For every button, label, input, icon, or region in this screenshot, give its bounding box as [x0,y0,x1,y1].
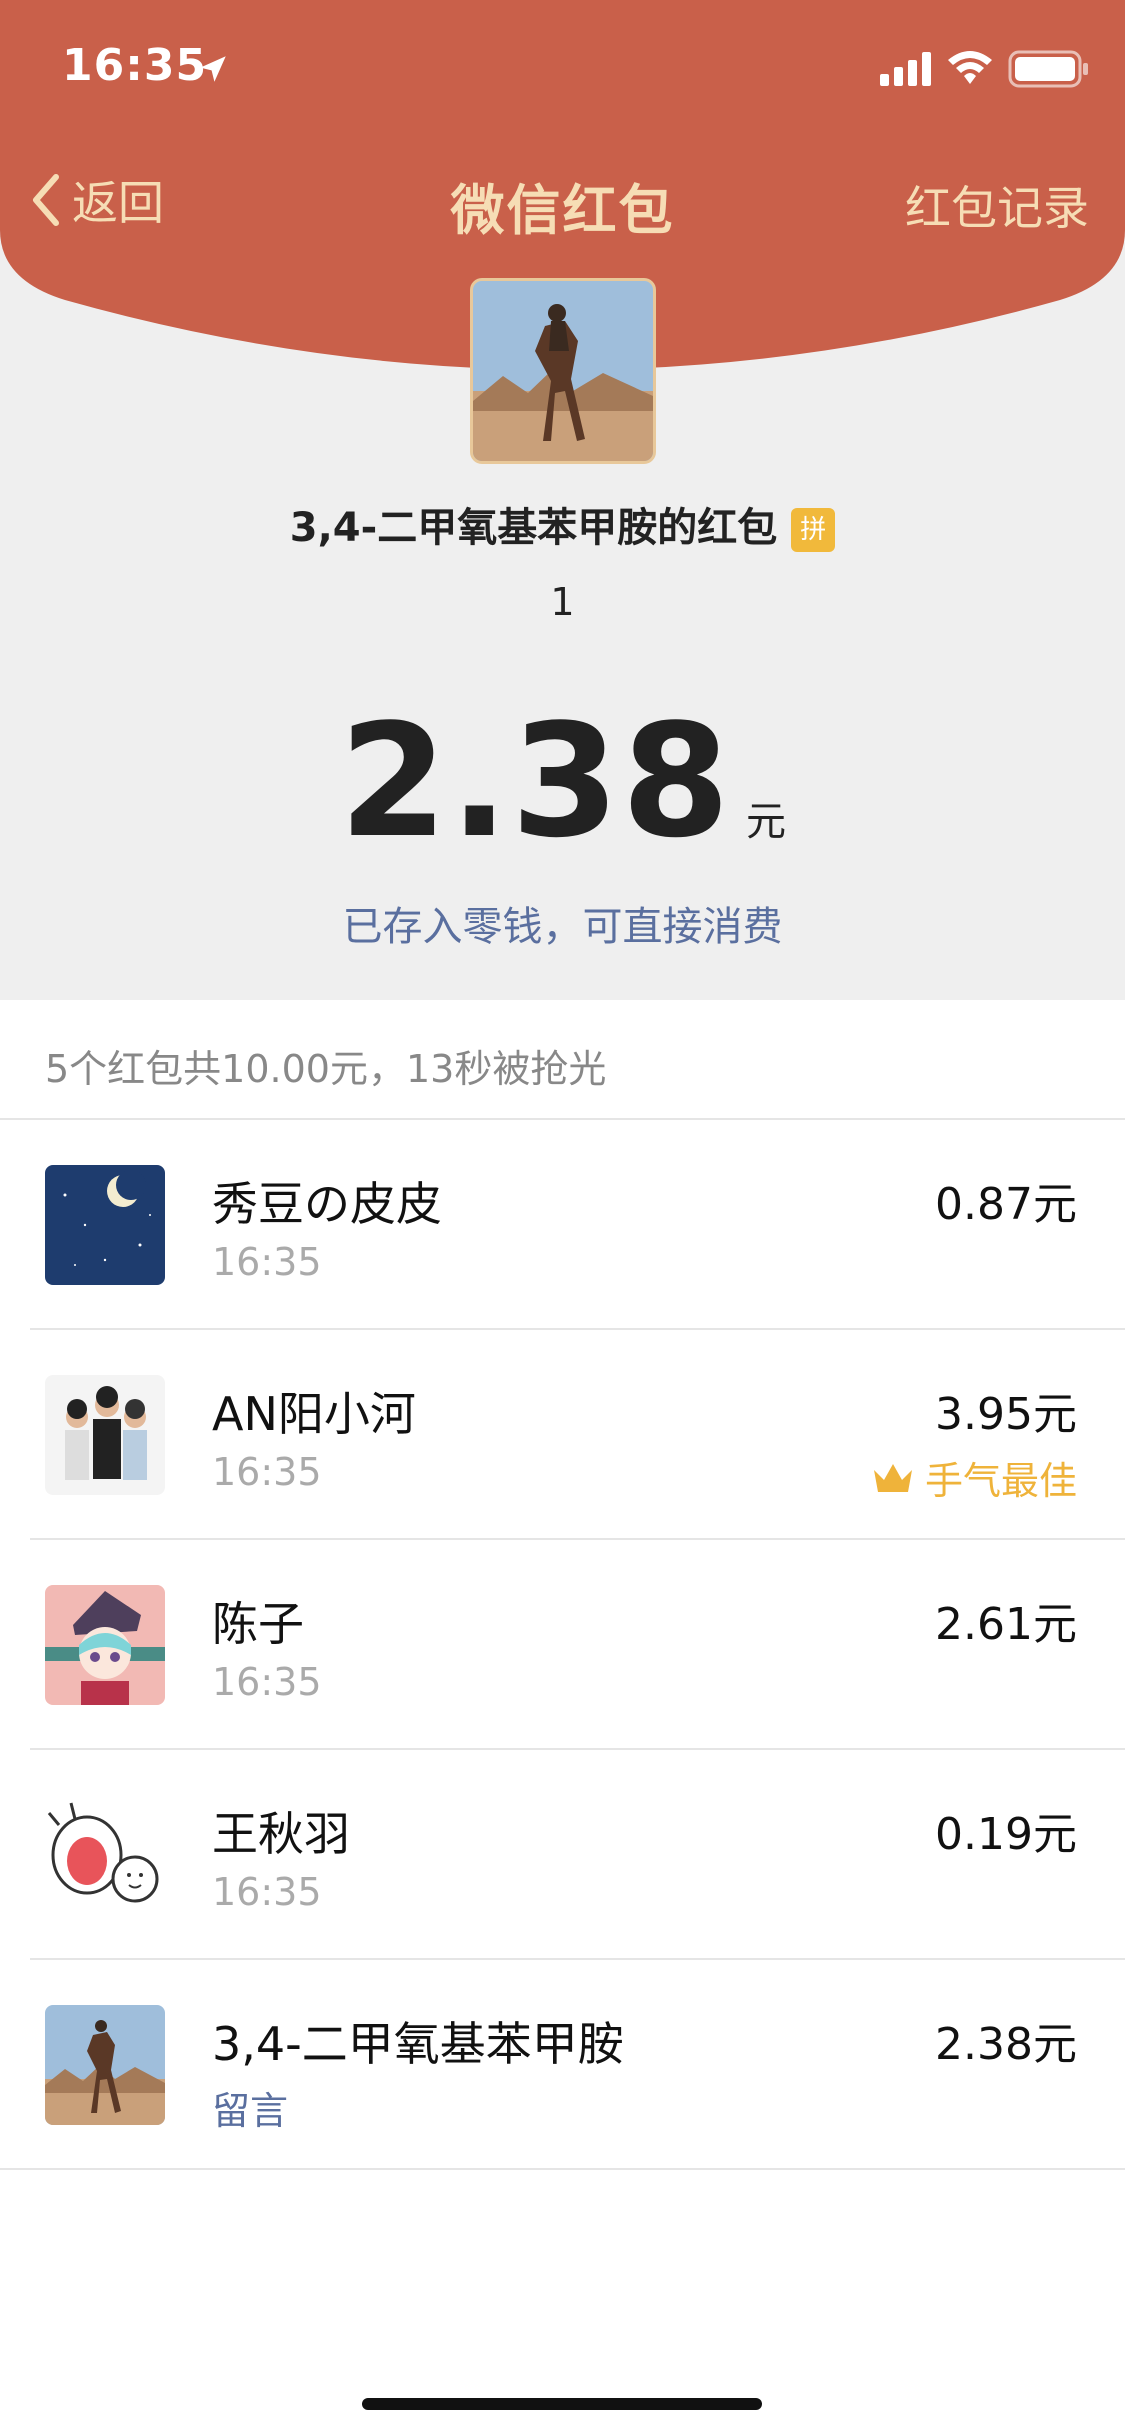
recipient-name: 秀豆の皮皮 [212,1177,442,1231]
grab-time: 16:35 [212,1450,322,1494]
horse-rider-image [473,281,653,461]
saved-to-change-link[interactable]: 已存入零钱，可直接消费 [0,894,1125,952]
wifi-icon [948,51,992,84]
avatar [45,1165,165,1285]
amount-value: 2.38 [339,690,732,872]
night-sky-avatar-image [45,1165,165,1285]
list-item[interactable]: AN阳小河 16:35 3.95元 手气最佳 [0,1330,1125,1540]
leave-message-link[interactable]: 留言 [212,2080,288,2135]
three-boys-avatar-image [45,1375,165,1495]
recipient-amount: 2.38元 [935,2019,1077,2070]
list-item[interactable]: 陈子 16:35 2.61元 [0,1540,1125,1750]
recipient-name: 王秋羽 [212,1807,350,1861]
cartoon-rabbit-avatar-image [45,1795,165,1915]
list-item[interactable]: 3,4-二甲氧基苯甲胺 留言 2.38元 [0,1960,1125,2170]
list-item[interactable]: 王秋羽 16:35 0.19元 [0,1750,1125,1960]
sender-title: 3,4-二甲氧基苯甲胺的红包 [289,505,778,551]
horse-rider-avatar-image [45,2005,165,2125]
recipient-name: 3,4-二甲氧基苯甲胺 [212,2017,624,2071]
battery-icon [1008,50,1088,88]
recipient-amount: 0.87元 [935,1179,1077,1230]
anime-girl-avatar-image [45,1585,165,1705]
sender-avatar[interactable] [470,278,656,464]
grab-time: 16:35 [212,1870,322,1914]
avatar [45,1585,165,1705]
received-amount: 2.38 元 [0,690,1125,872]
status-bar: 16:35 [0,0,1125,140]
recipient-amount: 2.61元 [935,1599,1077,1650]
home-indicator[interactable] [362,2398,762,2410]
recipient-amount: 0.19元 [935,1809,1077,1860]
grab-time: 16:35 [212,1660,322,1704]
summary-bar: 5个红包共10.00元，13秒被抢光 [0,1000,1125,1120]
list-item[interactable]: 秀豆の皮皮 16:35 0.87元 [0,1120,1125,1330]
divider [0,2168,1125,2170]
recipient-amount: 3.95元 [935,1389,1077,1440]
signal-icon [880,52,931,86]
recipient-name: 陈子 [212,1597,304,1651]
pin-badge: 拼 [791,508,836,552]
avatar [45,2005,165,2125]
recipient-list: 秀豆の皮皮 16:35 0.87元 AN阳小河 16:35 3.95元 手气最佳 [0,1120,1125,2170]
recipient-name: AN阳小河 [212,1387,416,1441]
avatar [45,1375,165,1495]
greeting-message: 1 [550,580,575,624]
location-arrow-icon [200,56,226,82]
summary-text: 5个红包共10.00元，13秒被抢光 [45,1047,607,1091]
avatar [45,1795,165,1915]
best-luck-label: 手气最佳 [924,1459,1077,1503]
grab-time: 16:35 [212,1240,322,1284]
amount-unit: 元 [745,799,786,845]
red-packet-records-button[interactable]: 红包记录 [905,172,1089,238]
best-luck-badge: 手气最佳 [871,1450,1077,1505]
sender-title-line: 3,4-二甲氧基苯甲胺的红包拼 [0,495,1125,553]
status-time: 16:35 [62,40,208,91]
crown-icon [873,1463,912,1492]
navigation-bar: 返回 微信红包 红包记录 [0,150,1125,250]
